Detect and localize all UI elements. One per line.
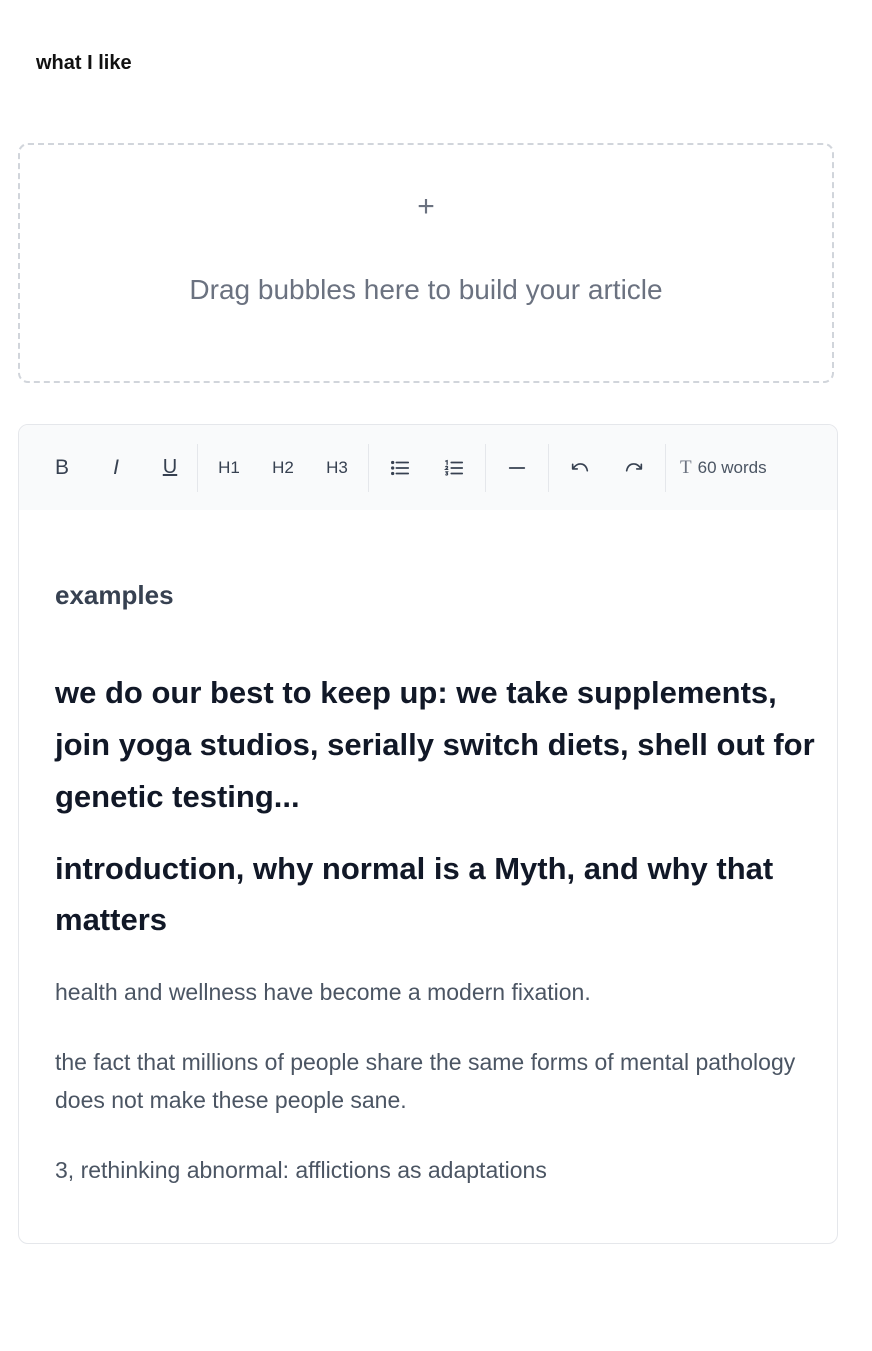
heading-3-button[interactable]: H3 xyxy=(310,448,364,488)
numbered-list-icon xyxy=(444,459,464,476)
underline-icon: U xyxy=(162,456,178,478)
italic-icon: I xyxy=(113,455,119,479)
numbered-list-button[interactable] xyxy=(427,448,481,488)
text-icon: T xyxy=(680,456,692,478)
word-count-label: 60 words xyxy=(697,457,767,477)
rich-text-editor[interactable]: B I U H1 H2 H3 T 60 words examples we do… xyxy=(18,424,838,1244)
heading-1-button[interactable]: H1 xyxy=(202,448,256,488)
plus-icon: + xyxy=(417,190,435,223)
redo-button[interactable] xyxy=(607,448,661,488)
bold-button[interactable]: B xyxy=(35,448,89,488)
bullet-list-icon xyxy=(391,460,410,475)
redo-icon xyxy=(625,462,643,472)
undo-button[interactable] xyxy=(553,448,607,488)
heading-2-button[interactable]: H2 xyxy=(256,448,310,488)
page-title: what I like xyxy=(36,52,132,74)
toolbar-divider xyxy=(548,443,549,492)
undo-icon xyxy=(571,462,589,472)
heading-keep-up: we do our best to keep up: we take suppl… xyxy=(55,675,815,814)
bullet-list-button[interactable] xyxy=(373,448,427,488)
underline-button[interactable]: U xyxy=(143,448,197,488)
italic-button[interactable]: I xyxy=(89,448,143,488)
editor-content[interactable]: examples we do our best to keep up: we t… xyxy=(55,575,815,1221)
toolbar-divider xyxy=(368,443,369,492)
bold-icon: B xyxy=(54,455,69,479)
paragraph-health: health and wellness have become a modern… xyxy=(55,979,591,1005)
paragraph-rethinking-abnormal: 3, rethinking abnormal: afflictions as a… xyxy=(55,1157,547,1183)
toolbar-divider xyxy=(665,443,666,492)
horizontal-rule-button[interactable] xyxy=(490,448,544,488)
heading-introduction: introduction, why normal is a Myth, and … xyxy=(55,851,774,937)
article-dropzone[interactable]: + Drag bubbles here to build your articl… xyxy=(18,143,834,383)
toolbar-divider xyxy=(485,443,486,492)
heading-examples: examples xyxy=(55,580,174,610)
paragraph-mental-pathology: the fact that millions of people share t… xyxy=(55,1049,796,1113)
editor-toolbar: B I U H1 H2 H3 T 60 words xyxy=(19,425,837,510)
horizontal-rule-icon xyxy=(508,466,526,469)
word-count: T 60 words xyxy=(680,457,767,479)
dropzone-hint: Drag bubbles here to build your article xyxy=(189,274,663,305)
toolbar-divider xyxy=(197,443,198,492)
